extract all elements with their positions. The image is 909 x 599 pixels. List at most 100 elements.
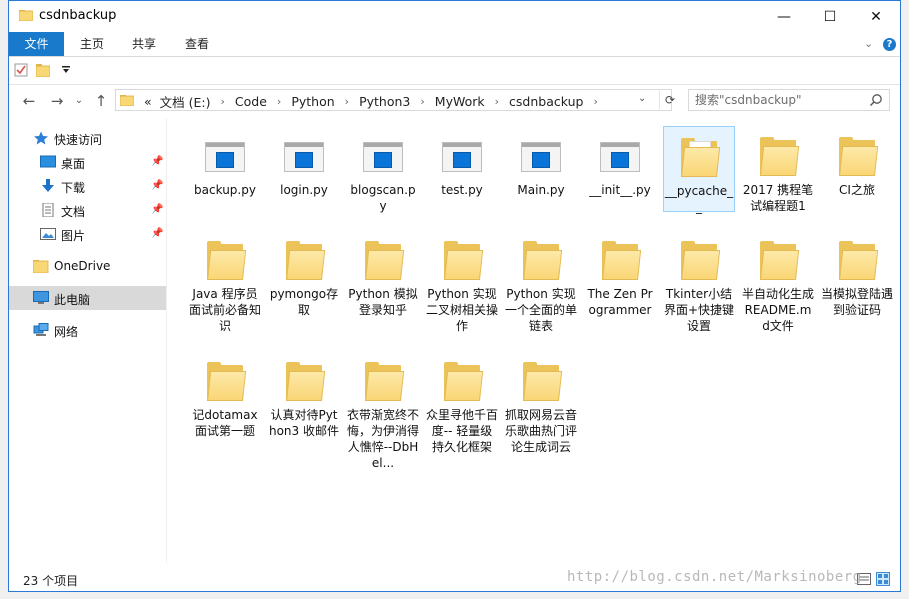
- folder-item[interactable]: 半自动化生成README.md文件: [742, 230, 814, 334]
- tab-share[interactable]: 共享: [123, 32, 165, 56]
- back-button[interactable]: ←: [19, 91, 39, 111]
- pin-icon[interactable]: 📌: [151, 180, 163, 191]
- forward-button[interactable]: →: [47, 91, 67, 111]
- sidebar-item-quick-access[interactable]: 快速访问: [9, 126, 166, 150]
- help-icon[interactable]: ?: [883, 38, 896, 51]
- item-name: Python 实现二叉树相关操作: [426, 287, 499, 333]
- folder-item[interactable]: 当模拟登陆遇到验证码: [821, 230, 893, 318]
- sidebar-item-label: 桌面: [61, 157, 86, 171]
- item-name: test.py: [441, 183, 483, 197]
- sidebar-item-downloads[interactable]: 下载 📌: [9, 174, 166, 198]
- breadcrumb-mywork[interactable]: MyWork: [431, 94, 489, 109]
- search-input[interactable]: [695, 92, 863, 108]
- file-item[interactable]: blogscan.py: [347, 126, 419, 214]
- breadcrumb-csdnbackup[interactable]: csdnbackup: [505, 94, 587, 109]
- folder-item[interactable]: 抓取网易云音乐歌曲热门评论生成词云: [505, 351, 577, 455]
- refresh-icon[interactable]: ⟳: [659, 91, 677, 109]
- search-icon[interactable]: [869, 93, 883, 107]
- chevron-right-icon[interactable]: ›: [215, 95, 231, 108]
- maximize-button[interactable]: ☐: [807, 1, 853, 32]
- ribbon-tabs: 文件 主页 共享 查看 ⌄ ?: [9, 32, 900, 57]
- file-item[interactable]: __init__.py: [584, 126, 656, 198]
- folder-item[interactable]: Python 实现一个全面的单链表: [505, 230, 577, 334]
- document-icon: [42, 203, 54, 217]
- chevron-right-icon[interactable]: ›: [339, 95, 355, 108]
- ribbon-expand-icon[interactable]: ⌄: [864, 37, 873, 50]
- sidebar-item-this-pc[interactable]: 此电脑: [9, 286, 166, 310]
- folder-icon: [203, 238, 247, 282]
- breadcrumb: « 文档 (E:) › Code › Python › Python3 › My…: [140, 92, 604, 110]
- tab-view[interactable]: 查看: [175, 32, 219, 56]
- sidebar-item-pictures[interactable]: 图片 📌: [9, 222, 166, 246]
- breadcrumb-overflow[interactable]: «: [140, 94, 156, 109]
- picture-icon: [40, 228, 56, 240]
- recent-locations-button[interactable]: ⌄: [69, 91, 89, 111]
- folder-icon: [440, 359, 484, 403]
- folder-item[interactable]: Java 程序员 面试前必备知识: [189, 230, 261, 334]
- address-dropdown-icon[interactable]: ⌄: [638, 93, 646, 104]
- folder-item[interactable]: pymongo存取: [268, 230, 340, 318]
- python-file-icon: [598, 134, 642, 178]
- tab-file[interactable]: 文件: [9, 32, 64, 56]
- sidebar-item-label: 图片: [61, 229, 86, 243]
- sidebar-item-desktop[interactable]: 桌面 📌: [9, 150, 166, 174]
- breadcrumb-python[interactable]: Python: [287, 94, 338, 109]
- folder-item[interactable]: The Zen Programmer: [584, 230, 656, 318]
- folder-item[interactable]: 众里寻他千百度-- 轻量级持久化框架: [426, 351, 498, 455]
- properties-icon[interactable]: [14, 63, 28, 77]
- breadcrumb-drive[interactable]: 文档 (E:): [156, 92, 215, 111]
- breadcrumb-code[interactable]: Code: [231, 94, 271, 109]
- folder-icon: [756, 134, 800, 178]
- chevron-right-icon[interactable]: ›: [489, 95, 505, 108]
- folder-item[interactable]: __pycache__: [663, 126, 735, 214]
- folder-item[interactable]: Tkinter小结 界面+快捷键设置: [663, 230, 735, 334]
- chevron-right-icon[interactable]: ›: [271, 95, 287, 108]
- file-item[interactable]: login.py: [268, 126, 340, 198]
- new-folder-icon[interactable]: [36, 63, 50, 77]
- pin-icon[interactable]: 📌: [151, 228, 163, 239]
- item-name: Python 实现一个全面的单链表: [505, 287, 578, 333]
- folder-item[interactable]: 认真对待Python3 收邮件: [268, 351, 340, 439]
- close-button[interactable]: ✕: [853, 1, 899, 32]
- sidebar-item-label: 下载: [61, 181, 86, 195]
- folder-item[interactable]: CI之旅: [821, 126, 893, 198]
- address-bar[interactable]: « 文档 (E:) › Code › Python › Python3 › My…: [115, 89, 675, 111]
- breadcrumb-python3[interactable]: Python3: [355, 94, 414, 109]
- chevron-right-icon[interactable]: ›: [414, 95, 430, 108]
- item-name: login.py: [280, 183, 328, 197]
- file-item[interactable]: backup.py: [189, 126, 261, 198]
- address-row: ← → ⌄ ↑ « 文档 (E:) › Code › Python › Pyth…: [9, 85, 900, 117]
- folder-item[interactable]: 衣带渐宽终不悔，为伊消得人憔悴--DbHel...: [347, 351, 419, 471]
- item-name: 认真对待Python3 收邮件: [268, 408, 339, 438]
- sidebar-item-onedrive[interactable]: OneDrive: [9, 254, 166, 278]
- sidebar-item-documents[interactable]: 文档 📌: [9, 198, 166, 222]
- item-name: Python 模拟登录知乎: [348, 287, 418, 317]
- folder-item[interactable]: Python 模拟登录知乎: [347, 230, 419, 318]
- folder-item[interactable]: 记dotamax面试第一题: [189, 351, 261, 439]
- item-name: blogscan.py: [350, 183, 416, 213]
- network-icon: [33, 323, 49, 336]
- item-name: 众里寻他千百度-- 轻量级持久化框架: [426, 408, 499, 454]
- chevron-right-icon[interactable]: ›: [587, 95, 603, 108]
- item-name: The Zen Programmer: [587, 287, 653, 317]
- sidebar-item-label: 此电脑: [54, 293, 91, 307]
- folder-item[interactable]: 2017 携程笔试编程题1: [742, 126, 814, 214]
- folder-item[interactable]: Python 实现二叉树相关操作: [426, 230, 498, 334]
- up-button[interactable]: ↑: [91, 91, 111, 111]
- folder-icon: [203, 359, 247, 403]
- pin-icon[interactable]: 📌: [151, 204, 163, 215]
- pin-icon[interactable]: 📌: [151, 156, 163, 167]
- title-bar[interactable]: csdnbackup — ☐ ✕: [9, 1, 900, 32]
- item-name: Tkinter小结 界面+快捷键设置: [663, 287, 735, 333]
- minimize-button[interactable]: —: [761, 1, 807, 32]
- python-file-icon: [519, 134, 563, 178]
- item-name: 抓取网易云音乐歌曲热门评论生成词云: [505, 408, 578, 454]
- sidebar-item-network[interactable]: 网络: [9, 318, 166, 342]
- tab-home[interactable]: 主页: [71, 32, 113, 56]
- search-box[interactable]: [688, 89, 890, 111]
- customize-toolbar-icon[interactable]: [61, 65, 71, 75]
- file-item[interactable]: Main.py: [505, 126, 577, 198]
- view-toggle[interactable]: [857, 572, 891, 586]
- sidebar-item-label: 快速访问: [54, 133, 103, 147]
- file-item[interactable]: test.py: [426, 126, 498, 198]
